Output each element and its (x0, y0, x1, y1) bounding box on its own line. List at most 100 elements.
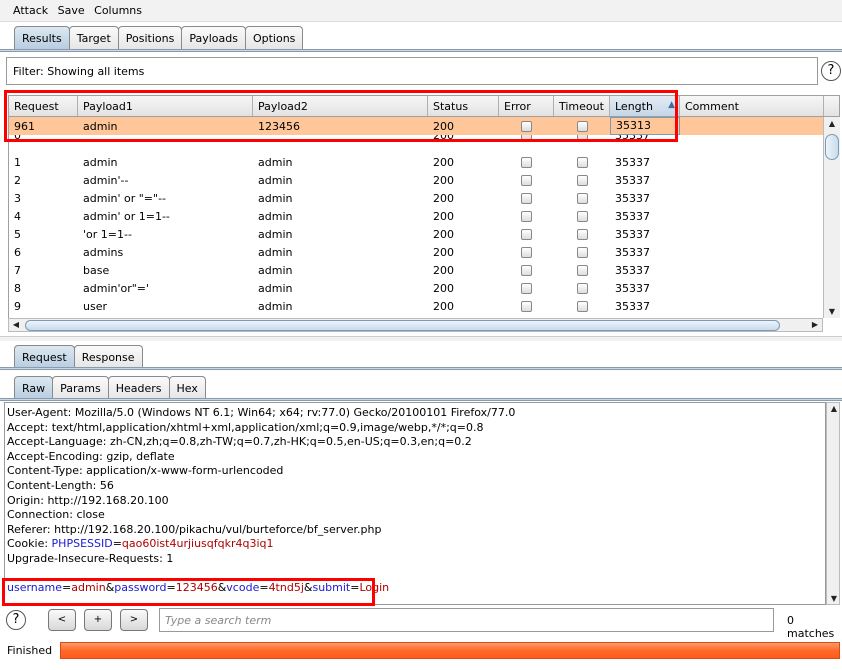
cell-error (499, 192, 554, 204)
checkbox[interactable] (521, 246, 532, 258)
table-row[interactable]: 5 'or 1=1-- admin 200 35337 (9, 225, 823, 243)
checkbox[interactable] (576, 282, 588, 294)
cell-length: 35337 (615, 245, 650, 259)
tab-divider (0, 49, 842, 52)
table-row[interactable]: 1 admin admin 200 35337 (9, 153, 823, 171)
cell-timeout (554, 156, 610, 168)
cell-request: 1 (14, 155, 21, 169)
checkbox[interactable] (521, 210, 532, 222)
cell-payload1: user (83, 299, 107, 313)
tab-raw[interactable]: Raw (14, 376, 54, 399)
scroll-down-icon[interactable]: ▼ (825, 307, 839, 316)
cell-error (499, 264, 554, 276)
checkbox[interactable] (521, 282, 532, 294)
tab-hex[interactable]: Hex (168, 376, 206, 399)
horizontal-scrollbar[interactable]: ◀ ▶ (8, 318, 823, 332)
tab-divider (0, 398, 842, 401)
tab-response[interactable]: Response (73, 345, 143, 368)
cell-payload2: admin (258, 155, 293, 169)
cell-payload2: admin (258, 245, 293, 259)
checkbox[interactable] (576, 300, 588, 312)
filter-bar[interactable]: Filter: Showing all items (6, 57, 818, 85)
checkbox[interactable] (521, 156, 532, 168)
add-button[interactable]: + (84, 609, 112, 631)
cell-timeout (554, 174, 610, 186)
checkbox[interactable] (521, 300, 532, 312)
menu-columns[interactable]: Columns (91, 0, 145, 17)
tab-headers[interactable]: Headers (107, 376, 170, 399)
request-response-tabs: Request Response (14, 345, 143, 368)
scroll-left-icon[interactable]: ◀ (9, 320, 23, 329)
table-row[interactable]: 4 admin' or 1=1-- admin 200 35337 (9, 207, 823, 225)
tab-params[interactable]: Params (52, 376, 109, 399)
raw-request-editor[interactable]: User-Agent: Mozilla/5.0 (Windows NT 6.1;… (4, 402, 826, 605)
cell-status: 200 (433, 155, 454, 169)
table-row[interactable]: 7 base admin 200 35337 (9, 261, 823, 279)
cell-request: 3 (14, 191, 21, 205)
checkbox[interactable] (521, 174, 532, 186)
checkbox[interactable] (576, 246, 588, 258)
tab-target[interactable]: Target (68, 26, 119, 49)
cookie-value: qao60ist4urjiusqfqkr4q3iq1 (121, 537, 274, 551)
cell-request: 8 (14, 281, 21, 295)
cell-request: 6 (14, 245, 21, 259)
table-row[interactable]: 3 admin' or "="-- admin 200 35337 (9, 189, 823, 207)
cell-timeout (554, 246, 610, 258)
scroll-up-icon[interactable]: ▲ (825, 119, 839, 128)
checkbox[interactable] (576, 156, 588, 168)
table-row[interactable]: 2 admin'-- admin 200 35337 (9, 171, 823, 189)
editor-scrollbar[interactable]: ▲ ▼ (826, 402, 840, 605)
menu-save[interactable]: Save (55, 0, 88, 17)
menu-bar: Attack Save Columns (0, 0, 842, 22)
table-row[interactable]: 8 admin'or"=' admin 200 35337 (9, 279, 823, 297)
table-row[interactable]: 6 admins admin 200 35337 (9, 243, 823, 261)
cell-payload1: admin'or"=' (83, 281, 150, 295)
cell-timeout (554, 192, 610, 204)
cell-error (499, 174, 554, 186)
tab-results[interactable]: Results (14, 26, 70, 49)
table-row[interactable]: 9 user admin 200 35337 (9, 297, 823, 315)
checkbox[interactable] (521, 192, 532, 204)
checkbox[interactable] (576, 264, 588, 276)
tab-request[interactable]: Request (14, 345, 75, 368)
split-divider[interactable] (0, 336, 842, 341)
search-input[interactable]: Type a search term (159, 608, 774, 632)
help-icon[interactable]: ? (821, 61, 841, 81)
cell-length: 35337 (615, 173, 650, 187)
scroll-down-icon[interactable]: ▼ (827, 594, 841, 603)
scroll-up-icon[interactable]: ▲ (827, 404, 841, 413)
help-icon[interactable]: ? (6, 610, 26, 630)
tab-payloads[interactable]: Payloads (181, 26, 246, 49)
vertical-scrollbar[interactable]: ▲ ▼ (823, 117, 840, 318)
cell-timeout (554, 300, 610, 312)
cookie-line: Cookie: PHPSESSID=qao60ist4urjiusqfqkr4q… (7, 537, 274, 551)
cell-request: 7 (14, 263, 21, 277)
cell-status: 200 (433, 227, 454, 241)
header-line: Upgrade-Insecure-Requests: 1 (7, 551, 174, 565)
checkbox[interactable] (576, 210, 588, 222)
scroll-right-icon[interactable]: ▶ (808, 320, 822, 329)
scroll-thumb[interactable] (25, 320, 780, 331)
menu-attack[interactable]: Attack (10, 0, 51, 17)
header-line: Accept-Encoding: gzip, deflate (7, 449, 175, 463)
header-line: Content-Type: application/x-www-form-url… (7, 464, 284, 478)
header-line: User-Agent: Mozilla/5.0 (Windows NT 6.1;… (7, 406, 516, 419)
checkbox[interactable] (576, 174, 588, 186)
cell-error (499, 282, 554, 294)
checkbox[interactable] (576, 192, 588, 204)
next-button[interactable]: > (120, 609, 148, 631)
tab-options[interactable]: Options (244, 26, 304, 49)
checkbox[interactable] (521, 264, 532, 276)
checkbox[interactable] (521, 228, 532, 240)
cell-error (499, 210, 554, 222)
cookie-key: PHPSESSID (51, 537, 113, 551)
results-table: 961 admin 123456 200 35313 0 200 35337 1 admin adm… (8, 117, 823, 318)
header-line: Content-Length: 56 (7, 478, 114, 492)
cell-payload2: admin (258, 227, 293, 241)
previous-button[interactable]: < (48, 609, 76, 631)
tab-positions[interactable]: Positions (117, 26, 183, 49)
column-header-comment[interactable]: Comment (680, 96, 824, 116)
scroll-thumb[interactable] (825, 134, 839, 160)
checkbox[interactable] (576, 228, 588, 240)
cell-timeout (554, 228, 610, 240)
